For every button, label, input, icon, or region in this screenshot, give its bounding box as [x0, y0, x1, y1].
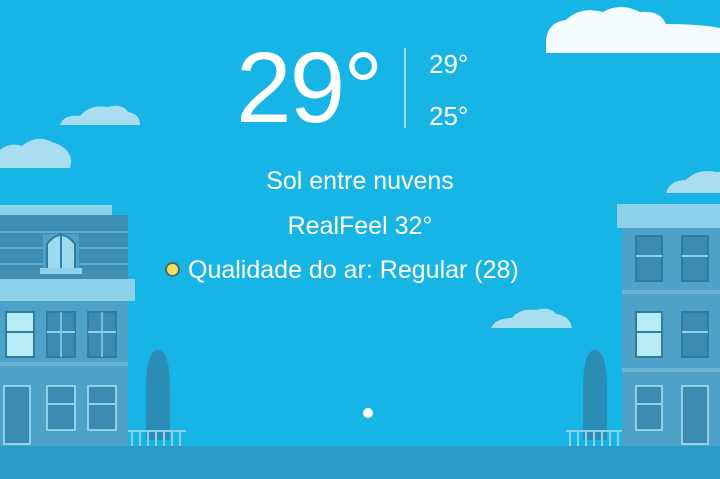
air-quality-label: Qualidade do ar: Regular (28) — [188, 256, 519, 284]
low-temperature: 25° — [429, 101, 469, 131]
high-temperature: 29° — [429, 49, 469, 79]
air-quality-indicator-icon — [165, 261, 180, 277]
temperature-divider — [404, 48, 406, 128]
temperature-panel: 29° 29° 25° — [0, 0, 720, 150]
page-indicator-dot[interactable] — [363, 408, 373, 418]
tree-left — [146, 350, 170, 440]
weather-condition: Sol entre nuvens — [266, 167, 454, 195]
fence-right — [566, 430, 622, 446]
tree-right — [583, 350, 607, 440]
fence-left — [128, 430, 186, 446]
air-quality-row[interactable]: Qualidade do ar: Regular (28) — [165, 254, 519, 286]
current-temperature: 29° — [236, 32, 383, 144]
cloud-center — [491, 308, 572, 328]
ground — [0, 446, 720, 479]
realfeel-temperature: RealFeel 32° — [287, 212, 433, 240]
